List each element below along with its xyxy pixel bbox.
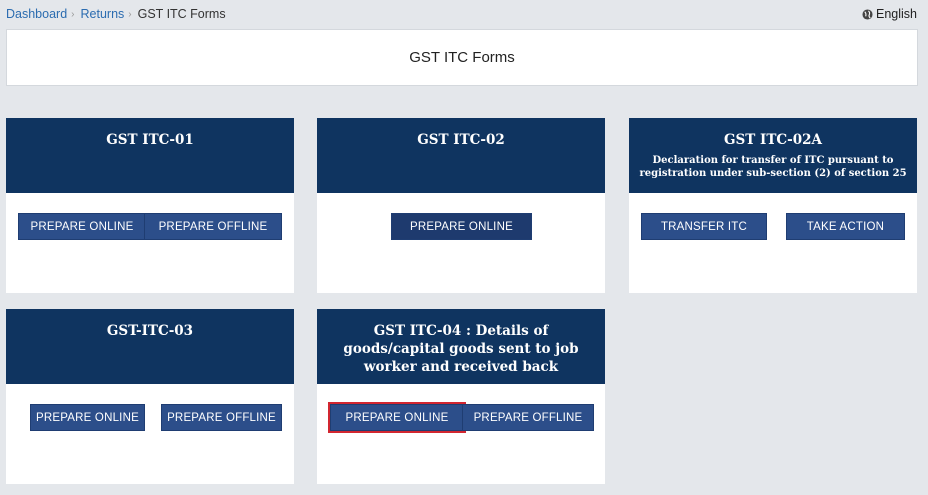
card-title: GST-ITC-03 [106,323,194,339]
card-header: GST ITC-04 : Details of goods/capital go… [317,309,605,384]
card-header: GST ITC-01 [6,118,294,193]
breadcrumb-returns-link[interactable]: Returns [81,7,125,21]
card-title: GST ITC-01 [106,132,194,148]
card-itc-02a: GST ITC-02A Declaration for transfer of … [629,118,917,293]
card-title: GST ITC-04 : Details of goods/capital go… [343,323,579,375]
breadcrumb-dashboard-link[interactable]: Dashboard [6,7,67,21]
card-header: GST ITC-02A Declaration for transfer of … [629,118,917,193]
prepare-offline-button[interactable]: PREPARE OFFLINE [144,213,282,240]
page-title: GST ITC Forms [409,49,515,66]
prepare-offline-button[interactable]: PREPARE OFFLINE [161,404,282,431]
card-itc-03: GST-ITC-03 PREPARE ONLINE PREPARE OFFLIN… [6,309,294,484]
page-title-box: GST ITC Forms [6,29,918,86]
card-body: PREPARE ONLINE [317,193,605,293]
card-body: PREPARE ONLINE PREPARE OFFLINE [317,384,605,484]
card-itc-02: GST ITC-02 PREPARE ONLINE [317,118,605,293]
card-body: PREPARE ONLINE PREPARE OFFLINE [6,384,294,484]
card-itc-01: GST ITC-01 PREPARE ONLINE PREPARE OFFLIN… [6,118,294,293]
card-title: GST ITC-02A [724,132,822,148]
breadcrumb-current: GST ITC Forms [137,7,226,21]
prepare-online-button[interactable]: PREPARE ONLINE [18,213,146,240]
language-selector[interactable]: English [862,7,917,21]
globe-icon [862,8,873,20]
prepare-online-button[interactable]: PREPARE ONLINE [391,213,532,240]
card-header: GST-ITC-03 [6,309,294,384]
card-body: PREPARE ONLINE PREPARE OFFLINE [6,193,294,293]
card-body: TRANSFER ITC TAKE ACTION [629,193,917,293]
chevron-right-icon: › [71,8,75,20]
prepare-online-button[interactable]: PREPARE ONLINE [328,402,466,433]
take-action-button[interactable]: TAKE ACTION [786,213,905,240]
breadcrumb: Dashboard › Returns › GST ITC Forms [6,7,226,21]
chevron-right-icon: › [128,8,132,20]
card-header: GST ITC-02 [317,118,605,193]
prepare-online-button[interactable]: PREPARE ONLINE [30,404,145,431]
card-itc-04: GST ITC-04 : Details of goods/capital go… [317,309,605,484]
transfer-itc-button[interactable]: TRANSFER ITC [641,213,767,240]
card-title: GST ITC-02 [417,132,505,148]
language-label: English [876,7,917,21]
prepare-offline-button[interactable]: PREPARE OFFLINE [462,404,594,431]
card-subtitle: Declaration for transfer of ITC pursuant… [639,155,907,179]
